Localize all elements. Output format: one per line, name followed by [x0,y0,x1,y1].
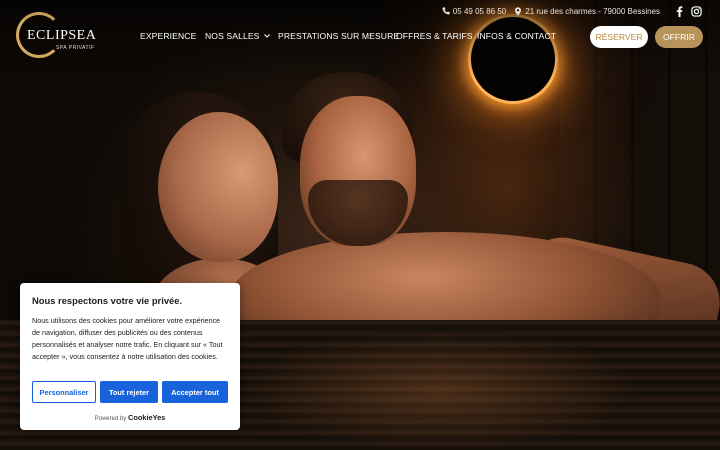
cookie-description: Nous utilisons des cookies pour améliore… [32,316,223,361]
contact-bar: 05 49 05 86 50 21 rue des charmes - 7900… [442,4,702,18]
nav-label: INFOS & CONTACT [477,31,557,41]
cookie-actions: Personnaliser Tout rejeter Accepter tout [32,381,228,403]
reserve-button[interactable]: RÉSERVER [590,26,648,48]
powered-prefix: Powered by [94,416,127,422]
address-text: 21 rue des charmes - 79000 Bessines [525,6,660,16]
phone-icon [442,7,450,15]
phone-link[interactable]: 05 49 05 86 50 [442,7,506,16]
address: 21 rue des charmes - 79000 Bessines [514,7,660,16]
logo-name: ECLIPSEA [27,28,97,43]
offer-button[interactable]: OFFRIR [655,26,703,48]
nav-label: PRESTATIONS SUR MESURE [278,31,400,41]
reject-all-button[interactable]: Tout rejeter [100,381,158,403]
instagram-icon[interactable] [691,5,702,17]
facebook-icon[interactable] [676,5,683,17]
cookie-banner: Nous respectons votre vie privée. Nous u… [20,283,240,430]
nav-nos-salles[interactable]: NOS SALLES [205,30,278,42]
nav-prestations[interactable]: PRESTATIONS SUR MESURE [278,30,400,42]
location-pin-icon [514,6,522,16]
nav-label: EXPERIENCE [140,31,197,41]
chevron-down-icon [263,34,270,38]
customize-button[interactable]: Personnaliser [32,381,96,403]
social-links [676,5,702,17]
accept-all-button[interactable]: Accepter tout [162,381,228,403]
logo-tagline: SPA PRIVATIF [56,45,95,51]
nav-label: NOS SALLES [205,31,260,41]
nav-offres-tarifs[interactable]: OFFRES & TARIFS [396,30,477,42]
powered-by: Powered by CookieYes [20,413,240,422]
cookieyes-logo[interactable]: CookieYes [128,413,165,422]
nav-label: OFFRES & TARIFS [396,31,473,41]
phone-number: 05 49 05 86 50 [452,6,507,16]
nav-infos-contact[interactable]: INFOS & CONTACT [477,30,557,42]
woman-face [158,112,278,262]
brand-logo[interactable]: ECLIPSEA SPA PRIVATIF [16,12,106,60]
water-reflection [240,330,640,450]
cookie-title: Nous respectons votre vie privée. [32,295,183,306]
main-nav: EXPERIENCE NOS SALLES PRESTATIONS SUR ME… [140,30,557,42]
nav-experience[interactable]: EXPERIENCE [140,30,205,42]
